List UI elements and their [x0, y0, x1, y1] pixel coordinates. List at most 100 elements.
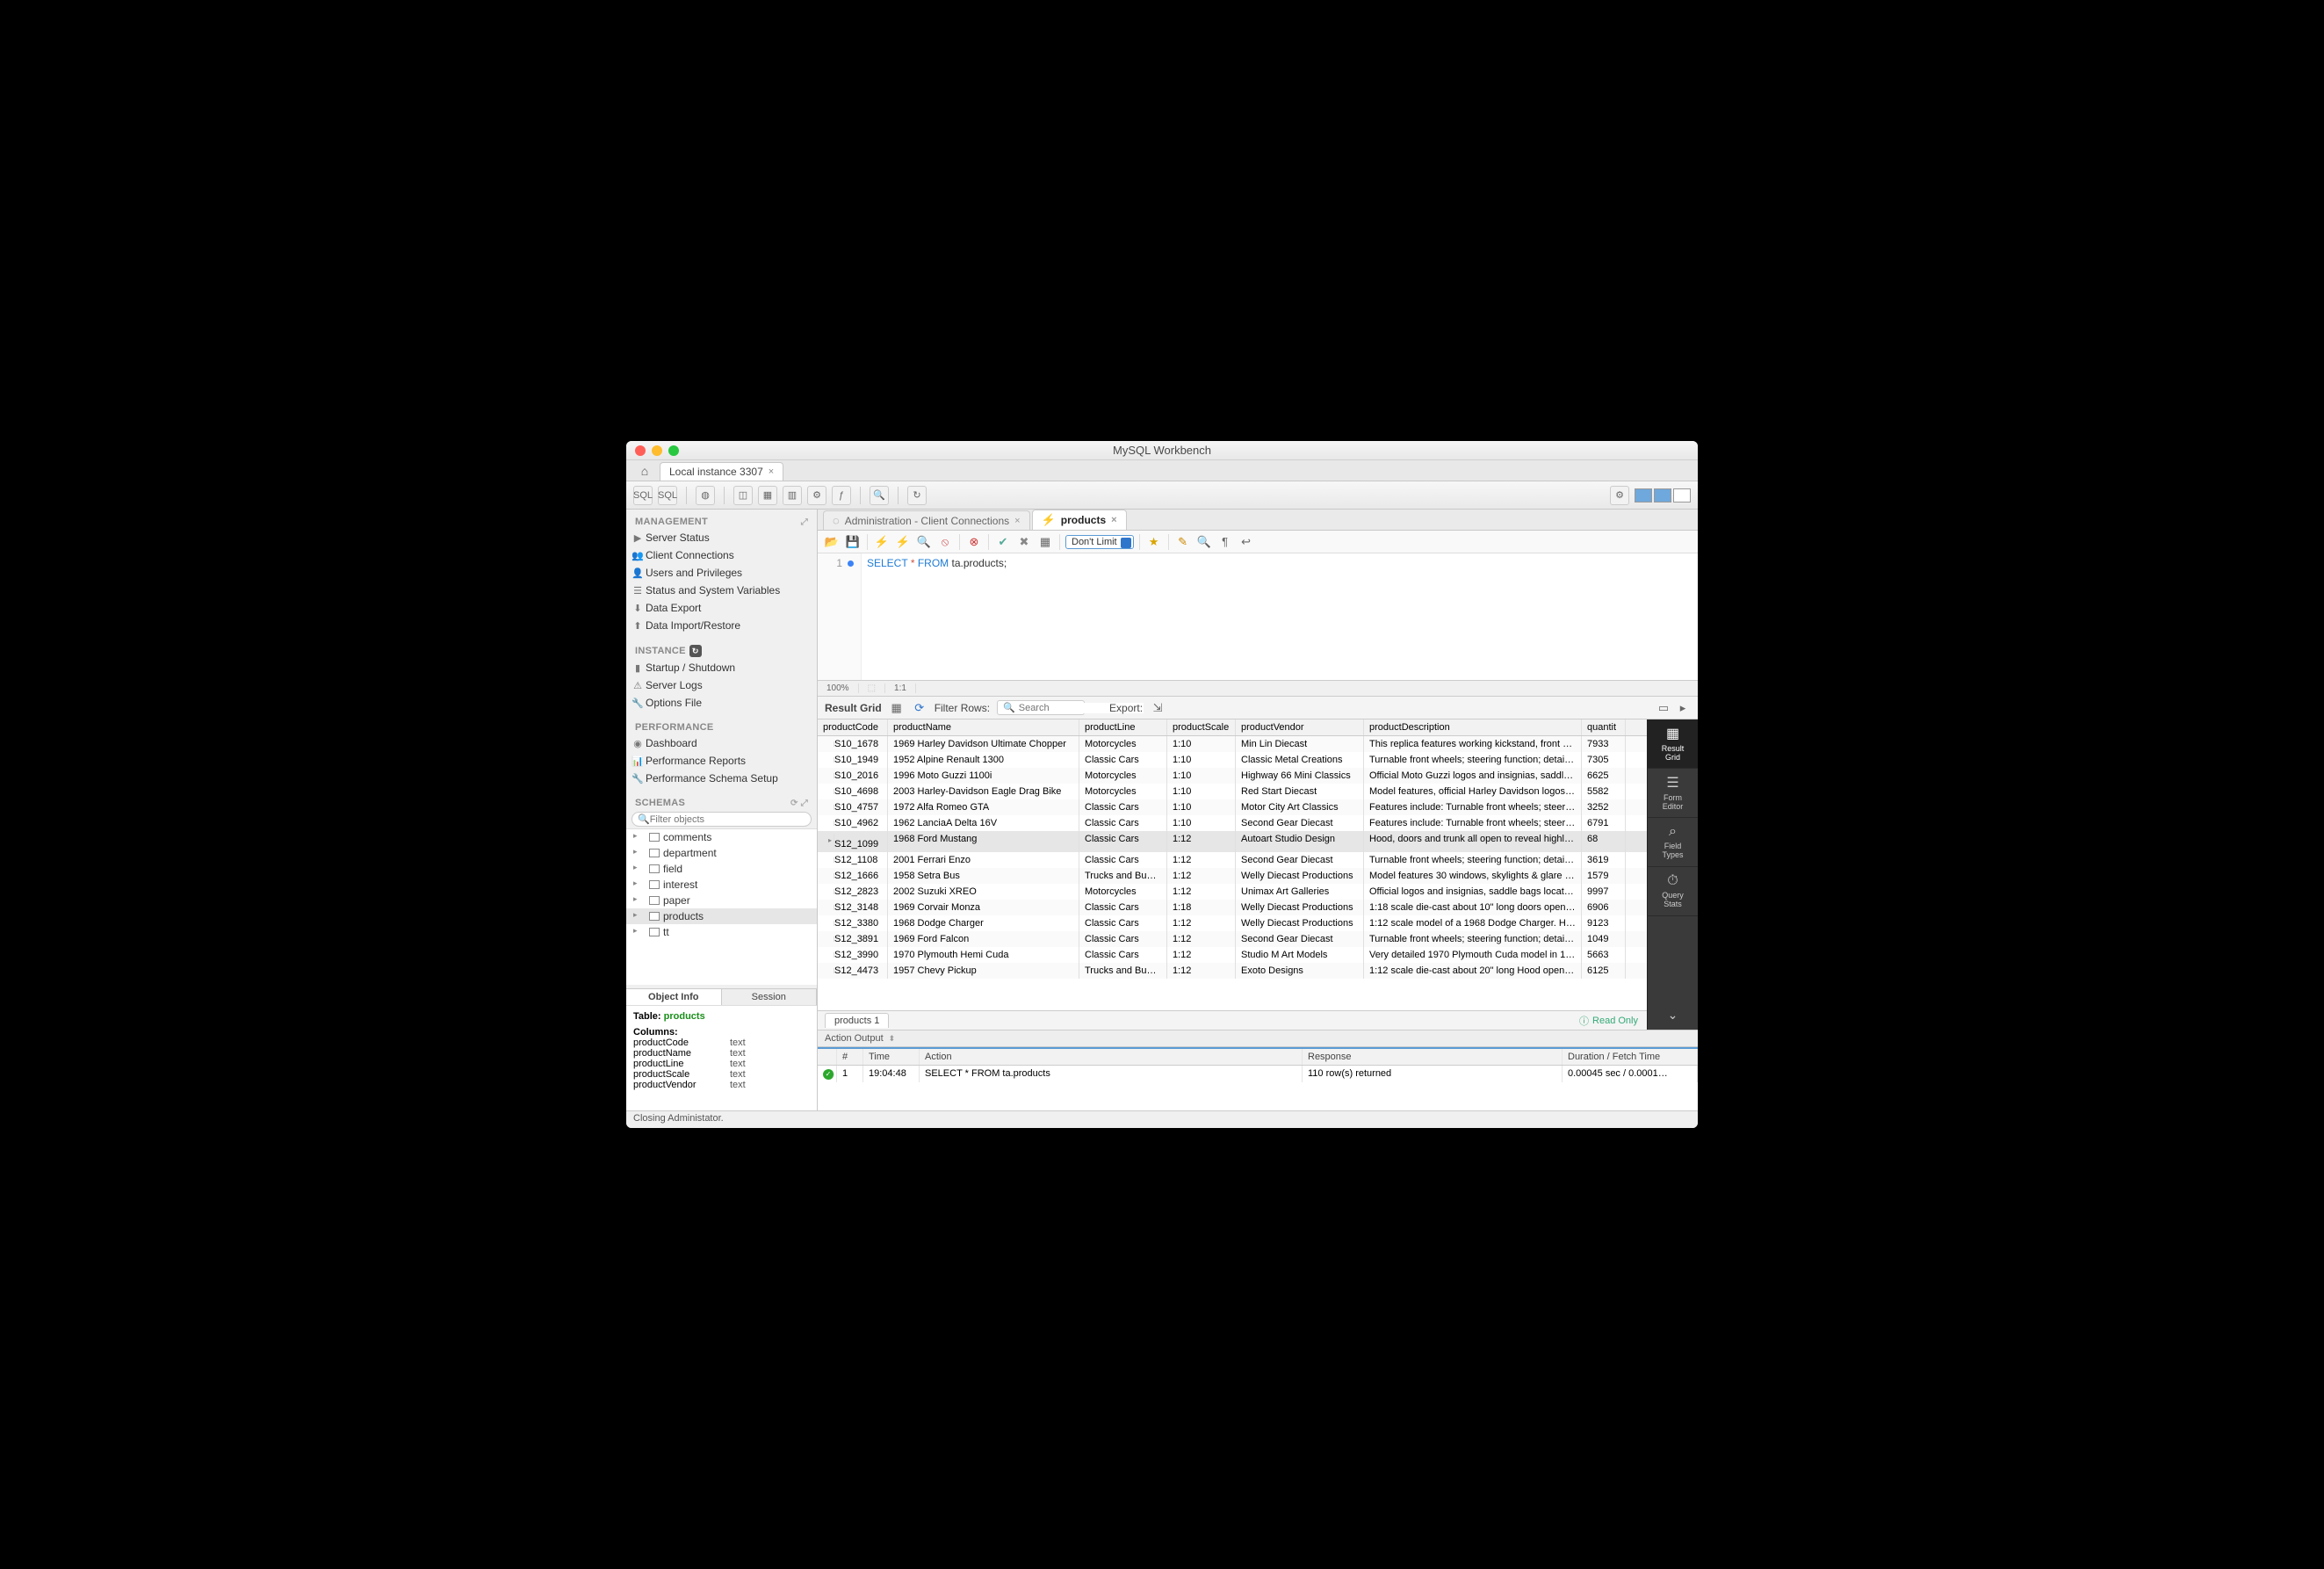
cell[interactable]: Classic Cars [1079, 831, 1167, 852]
schema-table-item[interactable]: comments [626, 829, 817, 845]
cell[interactable]: Trucks and Buses [1079, 868, 1167, 884]
sidebar-item[interactable]: 👥Client Connections [626, 546, 817, 564]
sidebar-item[interactable]: ⚠Server Logs [626, 676, 817, 694]
schema-filter-input[interactable] [650, 814, 805, 825]
cell[interactable]: 2003 Harley-Davidson Eagle Drag Bike [888, 784, 1079, 799]
breakpoint-icon[interactable] [848, 560, 854, 567]
sidebar-item[interactable]: ◉Dashboard [626, 734, 817, 752]
sidebar-item[interactable]: 👤Users and Privileges [626, 564, 817, 582]
sidebar-item[interactable]: ▮Startup / Shutdown [626, 659, 817, 676]
cell[interactable]: Motorcycles [1079, 736, 1167, 752]
cell[interactable]: 1968 Dodge Charger [888, 915, 1079, 931]
output-row[interactable]: ✓ 1 19:04:48 SELECT * FROM ta.products 1… [818, 1066, 1698, 1082]
cell[interactable]: Turnable front wheels; steering function… [1364, 752, 1582, 768]
cell[interactable]: 1:10 [1167, 752, 1236, 768]
cell[interactable]: 1968 Ford Mustang [888, 831, 1079, 852]
table-row[interactable]: S12_33801968 Dodge ChargerClassic Cars1:… [818, 915, 1647, 931]
cell[interactable]: 68 [1582, 831, 1626, 852]
cell[interactable]: Very detailed 1970 Plymouth Cuda model i… [1364, 947, 1582, 963]
toggle-secondary-icon[interactable] [1673, 488, 1691, 503]
sidebar-item[interactable]: 📊Performance Reports [626, 752, 817, 770]
table-row[interactable]: S12_31481969 Corvair MonzaClassic Cars1:… [818, 900, 1647, 915]
execute-icon[interactable]: ⚡ [873, 533, 891, 551]
cell[interactable]: Classic Cars [1079, 815, 1167, 831]
cell[interactable]: 1972 Alfa Romeo GTA [888, 799, 1079, 815]
cell[interactable]: S10_4698 [818, 784, 888, 799]
cell[interactable]: Min Lin Diecast [1236, 736, 1364, 752]
cell[interactable]: Hood, doors and trunk all open to reveal… [1364, 831, 1582, 852]
query-tab[interactable]: ⚡products× [1032, 510, 1127, 530]
cell[interactable]: Classic Metal Creations [1236, 752, 1364, 768]
cell[interactable]: 1:10 [1167, 784, 1236, 799]
table-row[interactable]: S12_38911969 Ford FalconClassic Cars1:12… [818, 931, 1647, 947]
table-row[interactable]: S10_47571972 Alfa Romeo GTAClassic Cars1… [818, 799, 1647, 815]
new-sql-tab-icon[interactable]: SQL [633, 486, 653, 505]
column-header[interactable]: productDescription [1364, 719, 1582, 735]
cell[interactable]: S12_2823 [818, 884, 888, 900]
cell[interactable]: 6125 [1582, 963, 1626, 979]
schema-table-item[interactable]: field [626, 861, 817, 877]
table-row[interactable]: S12_44731957 Chevy PickupTrucks and Buse… [818, 963, 1647, 979]
cell[interactable]: 1958 Setra Bus [888, 868, 1079, 884]
side-panel-item[interactable]: ▦Result Grid [1648, 719, 1698, 769]
cell[interactable]: Welly Diecast Productions [1236, 900, 1364, 915]
cell[interactable]: Motorcycles [1079, 768, 1167, 784]
window-close[interactable] [635, 445, 646, 456]
table-row[interactable]: S12_11082001 Ferrari EnzoClassic Cars1:1… [818, 852, 1647, 868]
commit-icon[interactable]: ✔ [994, 533, 1012, 551]
cell[interactable]: 9123 [1582, 915, 1626, 931]
result-subtab[interactable]: products 1 [825, 1013, 889, 1028]
create-schema-icon[interactable]: ◫ [733, 486, 753, 505]
next-page-icon[interactable]: ▸ [1675, 700, 1691, 716]
cell[interactable]: 1049 [1582, 931, 1626, 947]
cell[interactable]: 1:10 [1167, 768, 1236, 784]
preferences-icon[interactable]: ⚙ [1610, 486, 1629, 505]
dropdown-icon[interactable]: ⬍ [889, 1034, 896, 1044]
cell[interactable]: Classic Cars [1079, 931, 1167, 947]
cell[interactable]: 3252 [1582, 799, 1626, 815]
side-panel-item[interactable]: ⏱Query Stats [1648, 867, 1698, 916]
cell[interactable]: 1:12 [1167, 831, 1236, 852]
cell[interactable]: 1:12 [1167, 852, 1236, 868]
export-icon[interactable]: ⇲ [1150, 700, 1166, 716]
cell[interactable]: S10_4962 [818, 815, 888, 831]
cell[interactable]: Motor City Art Classics [1236, 799, 1364, 815]
cell[interactable]: 7305 [1582, 752, 1626, 768]
cell[interactable]: S12_4473 [818, 963, 888, 979]
cell[interactable]: S12_1666 [818, 868, 888, 884]
cell[interactable]: Official Moto Guzzi logos and insignias,… [1364, 768, 1582, 784]
cell[interactable]: Classic Cars [1079, 852, 1167, 868]
connection-tab[interactable]: Local instance 3307 × [660, 462, 783, 481]
column-header[interactable]: productScale [1167, 719, 1236, 735]
invisible-chars-icon[interactable]: ¶ [1216, 533, 1234, 551]
cell[interactable]: 6906 [1582, 900, 1626, 915]
sidebar-item[interactable]: ⬇Data Export [626, 599, 817, 617]
cell[interactable]: 1579 [1582, 868, 1626, 884]
cell[interactable]: 1957 Chevy Pickup [888, 963, 1079, 979]
cell[interactable]: Highway 66 Mini Classics [1236, 768, 1364, 784]
cell[interactable]: 2002 Suzuki XREO [888, 884, 1079, 900]
cell[interactable]: 1:12 [1167, 947, 1236, 963]
execute-current-icon[interactable]: ⚡ [894, 533, 912, 551]
cell[interactable]: 1962 LanciaA Delta 16V [888, 815, 1079, 831]
open-file-icon[interactable]: 📂 [823, 533, 841, 551]
cell[interactable]: 1:10 [1167, 815, 1236, 831]
result-grid-icon[interactable]: ▦ [889, 700, 905, 716]
chevron-down-icon[interactable]: ⌄ [1648, 916, 1698, 1030]
close-tab-icon[interactable]: × [769, 466, 774, 477]
cell[interactable]: 1969 Ford Falcon [888, 931, 1079, 947]
schema-table-item[interactable]: department [626, 845, 817, 861]
cell[interactable]: 1:12 [1167, 868, 1236, 884]
close-tab-icon[interactable]: × [1111, 515, 1116, 525]
window-maximize[interactable] [668, 445, 679, 456]
cell[interactable]: S12_3380 [818, 915, 888, 931]
schema-table-item[interactable]: products [626, 908, 817, 924]
cell[interactable]: 1996 Moto Guzzi 1100i [888, 768, 1079, 784]
object-info-tab[interactable]: Object Info [626, 989, 722, 1005]
cell[interactable]: Official logos and insignias, saddle bag… [1364, 884, 1582, 900]
cell[interactable]: Turnable front wheels; steering function… [1364, 852, 1582, 868]
cell[interactable]: S12_3990 [818, 947, 888, 963]
cell[interactable]: Motorcycles [1079, 884, 1167, 900]
sidebar-item[interactable]: 🔧Performance Schema Setup [626, 770, 817, 787]
refresh-result-icon[interactable]: ⟳ [912, 700, 927, 716]
